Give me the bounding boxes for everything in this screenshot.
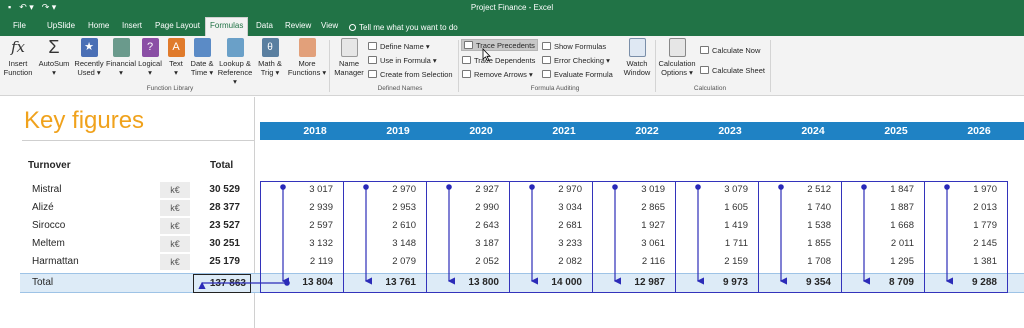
group-label-calculation: Calculation [693,85,727,92]
trace-dependents-button[interactable]: Trace Dependents [462,54,535,66]
insert-function-button[interactable]: fx Insert Function [2,38,34,77]
text-book-icon: A [167,38,185,57]
name-tag-icon [340,38,358,57]
calculate-sheet-icon [700,66,709,74]
use-in-formula-icon [368,56,377,64]
tell-me-box[interactable]: Tell me what you want to do [349,19,458,36]
calculate-now-icon [700,46,709,54]
evaluate-formula-button[interactable]: Evaluate Formula [542,68,613,80]
ribbon-tabs: File UpSlide Home Insert Page Layout For… [0,15,1024,36]
tab-home[interactable]: Home [88,19,109,36]
more-functions-icon [298,38,316,57]
financial-button[interactable]: Financial ▾ [104,38,138,77]
tab-review[interactable]: Review [285,19,311,36]
define-name-icon [368,42,377,50]
lightbulb-icon [349,24,356,31]
group-label-defined-names: Defined Names [377,85,423,92]
tab-insert[interactable]: Insert [122,19,142,36]
worksheet: Key figures 2018 2019 2020 2021 2022 202… [0,97,1024,328]
group-label-function-library: Function Library [146,85,194,92]
group-separator [458,40,459,92]
sigma-icon: Σ [48,37,60,57]
tell-me-text: Tell me what you want to do [359,23,458,32]
tab-file[interactable]: File [13,19,26,36]
remove-arrows-button[interactable]: Remove Arrows ▾ [462,68,533,80]
tab-formulas[interactable]: Formulas [205,17,249,36]
trace-precedents-button[interactable]: Trace Precedents [461,39,538,51]
trace-precedents-icon [464,41,473,49]
title-bar: ▪ ↶ ▾ ↷ ▾ Project Finance - Excel [0,0,1024,15]
autosum-button[interactable]: Σ AutoSum ▾ [37,37,71,78]
error-checking-icon [542,56,551,64]
use-in-formula-button[interactable]: Use in Formula ▾ [368,54,437,66]
mouse-cursor-icon [482,48,491,62]
trace-dependents-icon [462,56,471,64]
tab-upslide[interactable]: UpSlide [47,19,75,36]
define-name-button[interactable]: Define Name ▾ [368,40,430,52]
create-from-selection-icon [368,70,377,78]
logical-book-icon: ? [141,38,159,57]
excel-window: ▪ ↶ ▾ ↷ ▾ Project Finance - Excel File U… [0,0,1024,328]
calculate-now-button[interactable]: Calculate Now [700,44,760,56]
show-formulas-button[interactable]: Show Formulas [542,40,606,52]
tab-page-layout[interactable]: Page Layout [155,19,200,36]
more-functions-button[interactable]: More Functions ▾ [285,38,329,77]
calculate-sheet-button[interactable]: Calculate Sheet [700,64,765,76]
remove-arrows-icon [462,70,471,78]
trace-precedent-arrows [198,184,953,289]
lookup-book-icon [226,38,244,57]
group-label-formula-auditing: Formula Auditing [530,85,580,92]
calculation-options-button[interactable]: Calculation Options ▾ [656,38,698,77]
evaluate-formula-icon [542,70,551,78]
tab-view[interactable]: View [321,19,338,36]
calculator-icon [668,38,686,57]
logical-button[interactable]: ? Logical ▾ [136,38,164,77]
tab-data[interactable]: Data [256,19,273,36]
date-time-button[interactable]: Date & Time ▾ [188,38,216,77]
fx-icon: fx [10,38,25,56]
star-book-icon: ★ [80,38,98,57]
window-title: Project Finance - Excel [470,3,554,12]
error-checking-button[interactable]: Error Checking ▾ [542,54,610,66]
text-button[interactable]: A Text ▾ [165,38,187,77]
create-from-selection-button[interactable]: Create from Selection [368,68,453,80]
math-book-icon: θ [261,38,279,57]
ribbon-formulas: fx Insert Function Σ AutoSum ▾ ★ Recentl… [0,36,1024,96]
name-manager-button[interactable]: Name Manager [331,38,367,77]
group-separator [770,40,771,92]
date-book-icon [193,38,211,57]
show-formulas-icon [542,42,551,50]
recently-used-button[interactable]: ★ Recently Used ▾ [73,38,105,77]
group-separator [329,40,330,92]
math-trig-button[interactable]: θ Math & Trig ▾ [256,38,284,77]
financial-book-icon [112,38,130,57]
lookup-reference-button[interactable]: Lookup & Reference ▾ [215,38,255,86]
watch-window-button[interactable]: Watch Window [620,38,654,77]
watch-window-icon [628,38,646,57]
